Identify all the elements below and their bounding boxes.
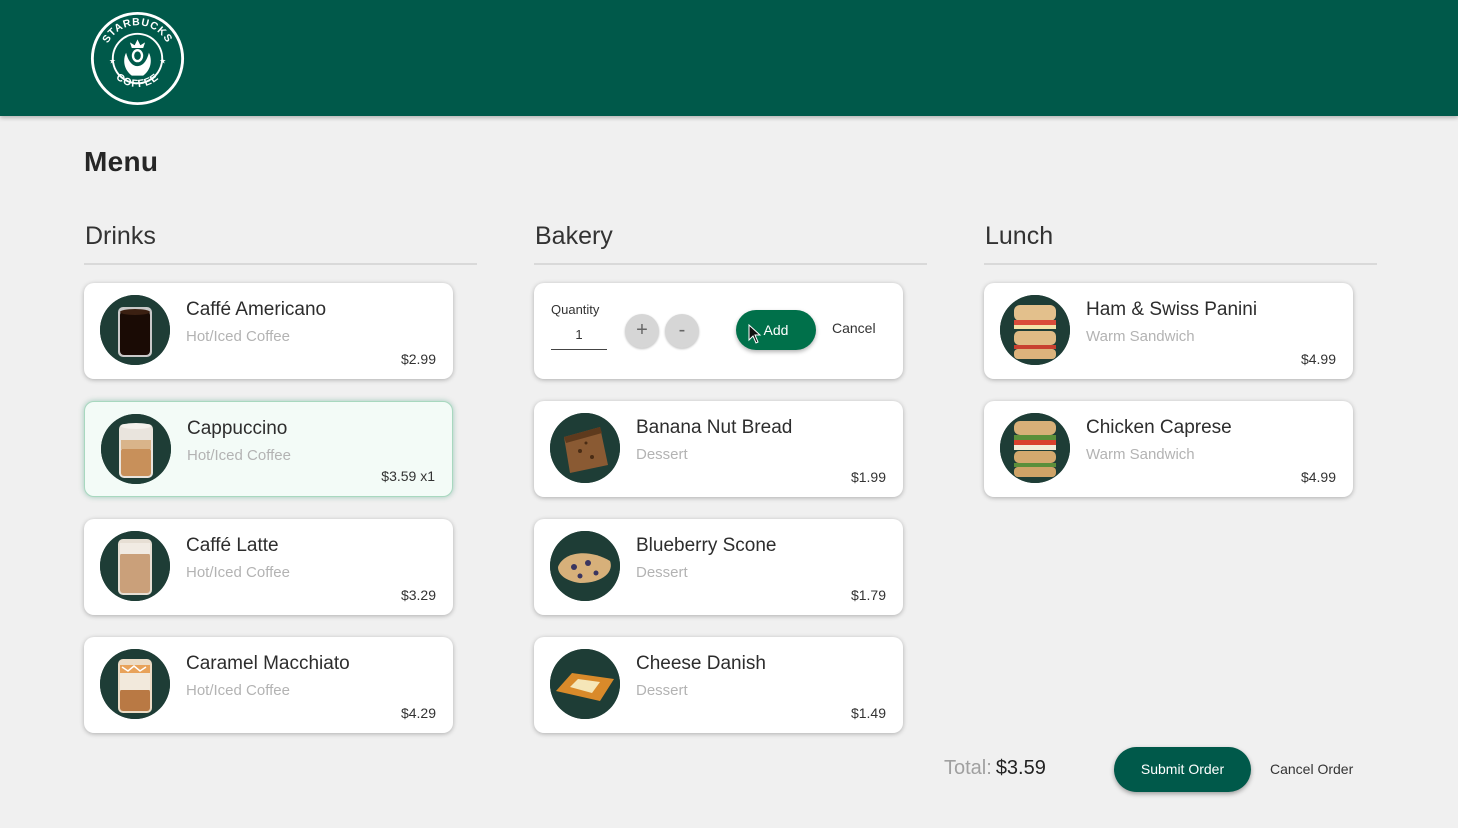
drinks-heading: Drinks [84, 218, 477, 265]
item-name: Blueberry Scone [636, 535, 777, 556]
submit-order-button[interactable]: Submit Order [1114, 747, 1251, 792]
item-name: Caffé Americano [186, 299, 327, 320]
app-header: STARBUCKS COFFEE ★ ★ [0, 0, 1458, 116]
drinks-column: Drinks Caffé Americano Hot/Iced Coffee $… [84, 218, 477, 755]
item-category: Hot/Iced Coffee [186, 328, 290, 345]
scone-image [550, 531, 620, 601]
menu-item-blueberry-scone[interactable]: Blueberry Scone Dessert $1.79 [534, 519, 903, 615]
lunch-heading: Lunch [984, 218, 1377, 265]
increment-button[interactable]: + [625, 314, 659, 348]
bakery-heading: Bakery [534, 218, 927, 265]
cancel-button[interactable]: Cancel [832, 320, 876, 336]
item-price: $3.29 [400, 587, 436, 603]
menu-item-cappuccino[interactable]: Cappuccino Hot/Iced Coffee $3.59 x1 [84, 401, 453, 497]
item-name: Caramel Macchiato [186, 653, 350, 674]
latte-image [100, 531, 170, 601]
menu-item-caffe-latte[interactable]: Caffé Latte Hot/Iced Coffee $3.29 [84, 519, 453, 615]
item-category: Dessert [636, 564, 688, 581]
menu-item-cheese-danish[interactable]: Cheese Danish Dessert $1.49 [534, 637, 903, 733]
order-total: Total: $3.59 [944, 757, 1046, 780]
quantity-input[interactable]: 1 [551, 324, 607, 350]
decrement-button[interactable]: - [665, 314, 699, 348]
item-category: Warm Sandwich [1086, 446, 1195, 463]
item-category: Hot/Iced Coffee [186, 564, 290, 581]
page-title: Menu [84, 146, 159, 177]
lunch-column: Lunch Ham & Swiss Panini Warm Sandwich $… [984, 218, 1377, 519]
item-price: $4.29 [400, 705, 436, 721]
item-price: $1.99 [850, 469, 886, 485]
menu-item-banana-nut-bread[interactable]: Banana Nut Bread Dessert $1.99 [534, 401, 903, 497]
svg-text:★: ★ [109, 56, 116, 65]
item-price: $4.99 [1300, 469, 1336, 485]
item-name: Cappuccino [187, 418, 288, 439]
banana-bread-image [550, 413, 620, 483]
item-price: $4.99 [1300, 351, 1336, 367]
danish-image [550, 649, 620, 719]
mouse-cursor-icon [748, 324, 762, 344]
item-price: $1.49 [850, 705, 886, 721]
cancel-order-button[interactable]: Cancel Order [1270, 761, 1353, 777]
item-category: Dessert [636, 446, 688, 463]
total-value: $3.59 [995, 757, 1046, 779]
item-price-quantity: $3.59 x1 [381, 468, 435, 484]
menu-item-caramel-macchiato[interactable]: Caramel Macchiato Hot/Iced Coffee $4.29 [84, 637, 453, 733]
caprese-image [1000, 413, 1070, 483]
quantity-editor-card: Quantity 1 + - Add Cancel [534, 283, 903, 379]
panini-image [1000, 295, 1070, 365]
item-category: Dessert [636, 682, 688, 699]
total-label: Total: [944, 757, 992, 779]
item-name: Ham & Swiss Panini [1086, 299, 1258, 320]
menu-item-ham-swiss-panini[interactable]: Ham & Swiss Panini Warm Sandwich $4.99 [984, 283, 1353, 379]
cappuccino-image [101, 414, 171, 484]
macchiato-image [100, 649, 170, 719]
item-name: Banana Nut Bread [636, 417, 793, 438]
item-category: Hot/Iced Coffee [186, 682, 290, 699]
starbucks-logo: STARBUCKS COFFEE ★ ★ [90, 11, 185, 106]
item-category: Hot/Iced Coffee [187, 447, 291, 464]
bakery-column: Bakery Quantity 1 + - Add Cancel Banana … [534, 218, 927, 755]
menu-item-caffe-americano[interactable]: Caffé Americano Hot/Iced Coffee $2.99 [84, 283, 453, 379]
item-price: $2.99 [400, 351, 436, 367]
item-price: $1.79 [850, 587, 886, 603]
americano-image [100, 295, 170, 365]
quantity-label: Quantity [551, 302, 600, 317]
menu-item-chicken-caprese[interactable]: Chicken Caprese Warm Sandwich $4.99 [984, 401, 1353, 497]
item-category: Warm Sandwich [1086, 328, 1195, 345]
item-name: Cheese Danish [636, 653, 766, 674]
item-name: Caffé Latte [186, 535, 279, 556]
item-name: Chicken Caprese [1086, 417, 1232, 438]
svg-text:★: ★ [159, 56, 166, 65]
